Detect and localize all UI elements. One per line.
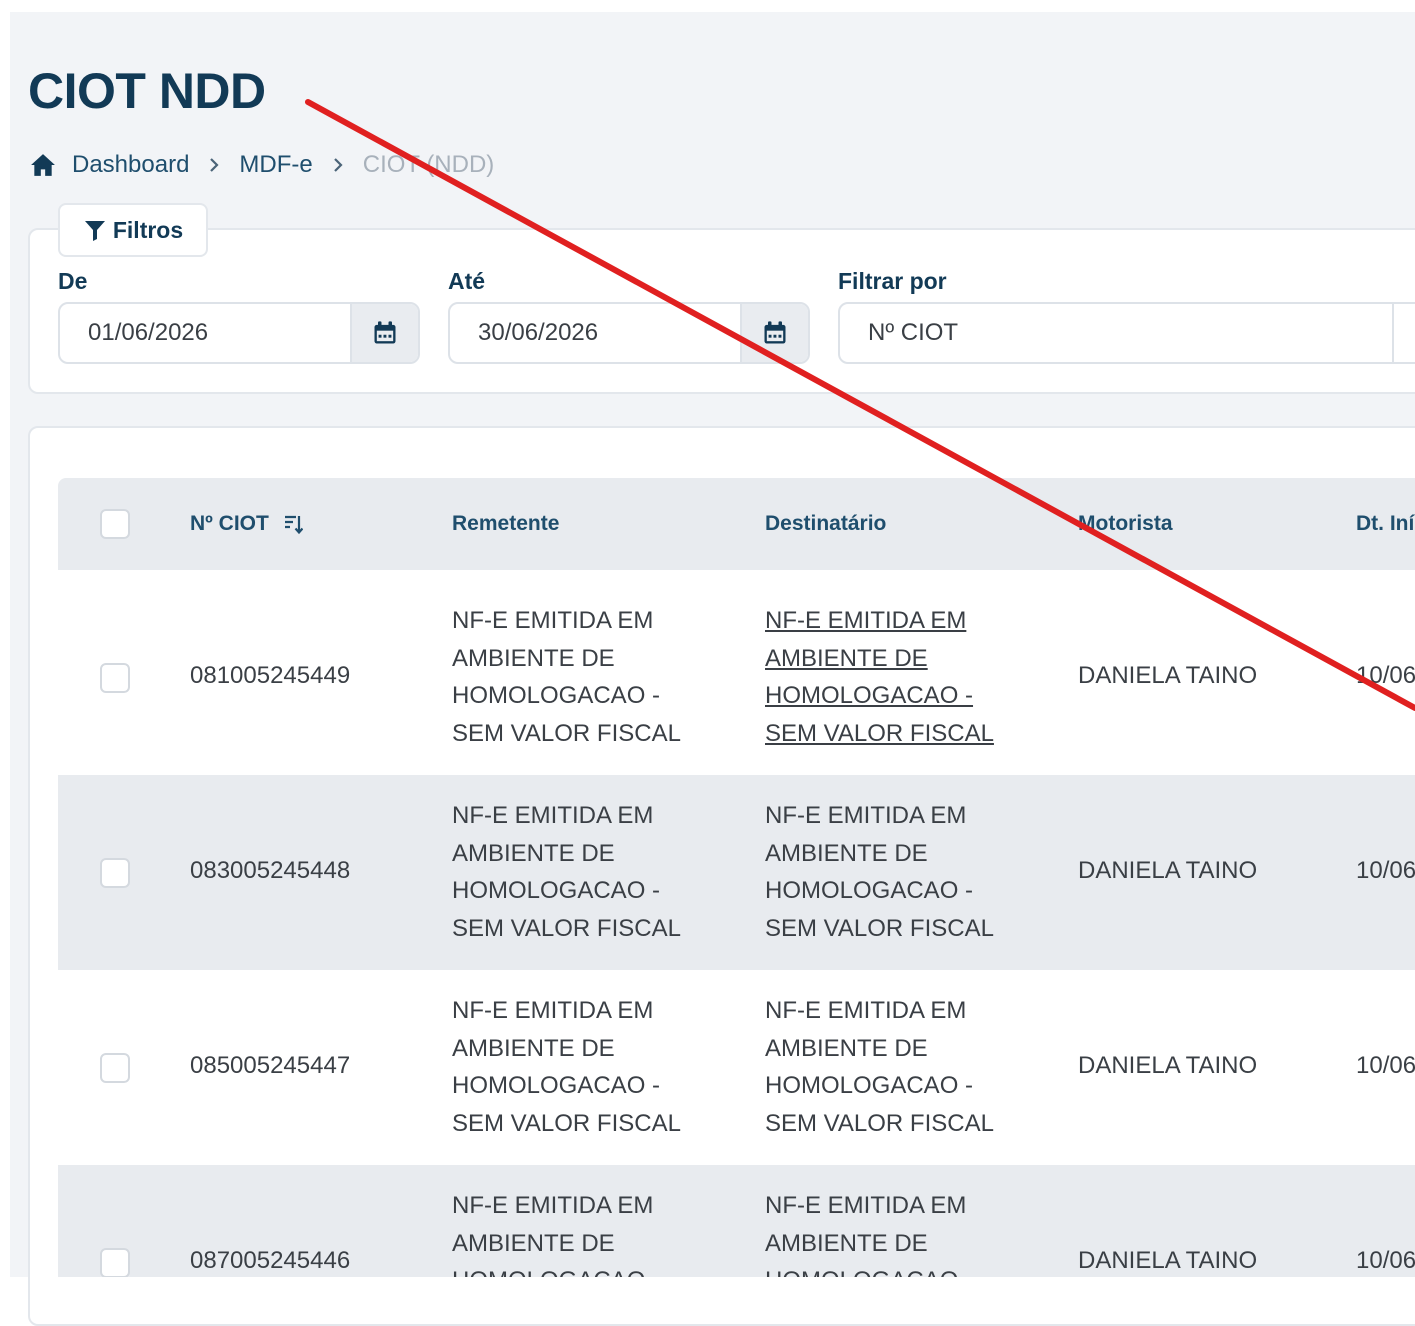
sort-icon[interactable] — [283, 513, 304, 535]
de-label: De — [58, 268, 88, 294]
cell-remetente: NF-E EMITIDA EM AMBIENTE DE HOMOLOGACAO … — [452, 1192, 660, 1277]
table-row[interactable]: 081005245449 NF-E EMITIDA EM AMBIENTE DE… — [58, 580, 1415, 775]
home-icon[interactable] — [30, 151, 58, 179]
cell-dt-inicio: 10/06 — [1356, 857, 1415, 884]
cell-destinatario: NF-E EMITIDA EM AMBIENTE DE HOMOLOGACAO … — [765, 997, 994, 1137]
ate-label: Até — [448, 268, 486, 294]
cell-ciot: 085005245447 — [190, 1052, 351, 1079]
col-ciot-header[interactable]: Nº CIOT — [190, 478, 304, 570]
row-checkbox[interactable] — [100, 1248, 130, 1277]
de-date-value[interactable]: 01/06/2026 — [88, 304, 208, 362]
row-checkbox[interactable] — [100, 1053, 130, 1083]
filtrar-por-value[interactable]: Nº CIOT — [868, 304, 958, 362]
filter-icon — [84, 221, 105, 241]
table-row[interactable]: 087005245446 NF-E EMITIDA EM AMBIENTE DE… — [58, 1165, 1415, 1277]
breadcrumb: Dashboard MDF-e CIOT (NDD) — [30, 150, 494, 180]
calendar-icon[interactable] — [350, 304, 418, 362]
col-ciot-label: Nº CIOT — [190, 512, 269, 535]
row-checkbox[interactable] — [100, 858, 130, 888]
calendar-icon[interactable] — [740, 304, 808, 362]
select-divider — [1392, 304, 1394, 362]
filter-tab[interactable]: Filtros — [58, 203, 208, 257]
filtrar-por-label: Filtrar por — [838, 268, 947, 294]
breadcrumb-mdfe[interactable]: MDF-e — [239, 151, 312, 179]
ate-date-field[interactable]: 30/06/2026 — [448, 302, 810, 364]
filtrar-por-select[interactable]: Nº CIOT — [838, 302, 1415, 364]
table-header: Nº CIOT Remetente Destinatário Motorista… — [58, 478, 1415, 570]
cell-dt-inicio: 10/06 — [1356, 662, 1415, 689]
cell-dt-inicio: 10/06 — [1356, 1247, 1415, 1274]
cell-destinatario: NF-E EMITIDA EM AMBIENTE DE HOMOLOGACAO … — [765, 802, 994, 942]
cell-ciot: 083005245448 — [190, 857, 351, 884]
select-all-checkbox[interactable] — [100, 509, 130, 539]
cell-dt-inicio: 10/06 — [1356, 1052, 1415, 1079]
breadcrumb-dashboard[interactable]: Dashboard — [72, 151, 189, 179]
col-motorista-header[interactable]: Motorista — [1078, 478, 1173, 570]
cell-motorista: DANIELA TAINO — [1078, 857, 1258, 884]
ate-date-value[interactable]: 30/06/2026 — [478, 304, 598, 362]
chevron-right-icon — [207, 157, 221, 173]
breadcrumb-current: CIOT (NDD) — [362, 151, 495, 178]
cell-destinatario-link[interactable]: NF-E EMITIDA EM AMBIENTE DE HOMOLOGACAO … — [765, 602, 1025, 752]
col-remetente-header[interactable]: Remetente — [452, 478, 559, 570]
col-dt-inicio-header[interactable]: Dt. Iní — [1356, 478, 1414, 570]
cell-remetente: NF-E EMITIDA EM AMBIENTE DE HOMOLOGACAO … — [452, 607, 681, 747]
col-destinatario-header[interactable]: Destinatário — [765, 478, 886, 570]
cell-motorista: DANIELA TAINO — [1078, 1247, 1258, 1274]
filter-tab-label: Filtros — [112, 216, 184, 243]
table-row[interactable]: 085005245447 NF-E EMITIDA EM AMBIENTE DE… — [58, 970, 1415, 1165]
cell-remetente: NF-E EMITIDA EM AMBIENTE DE HOMOLOGACAO … — [452, 997, 681, 1137]
cell-ciot: 087005245446 — [190, 1247, 351, 1274]
cell-motorista: DANIELA TAINO — [1078, 1052, 1258, 1079]
de-date-field[interactable]: 01/06/2026 — [58, 302, 420, 364]
chevron-right-icon — [331, 157, 345, 173]
table-row[interactable]: 083005245448 NF-E EMITIDA EM AMBIENTE DE… — [58, 775, 1415, 970]
cell-motorista: DANIELA TAINO — [1078, 662, 1258, 689]
page-title: CIOT NDD — [28, 63, 266, 119]
row-checkbox[interactable] — [100, 663, 130, 693]
cell-destinatario: NF-E EMITIDA EM AMBIENTE DE HOMOLOGACAO … — [765, 1192, 973, 1277]
cell-remetente: NF-E EMITIDA EM AMBIENTE DE HOMOLOGACAO … — [452, 802, 681, 942]
cell-ciot: 081005245449 — [190, 662, 351, 689]
